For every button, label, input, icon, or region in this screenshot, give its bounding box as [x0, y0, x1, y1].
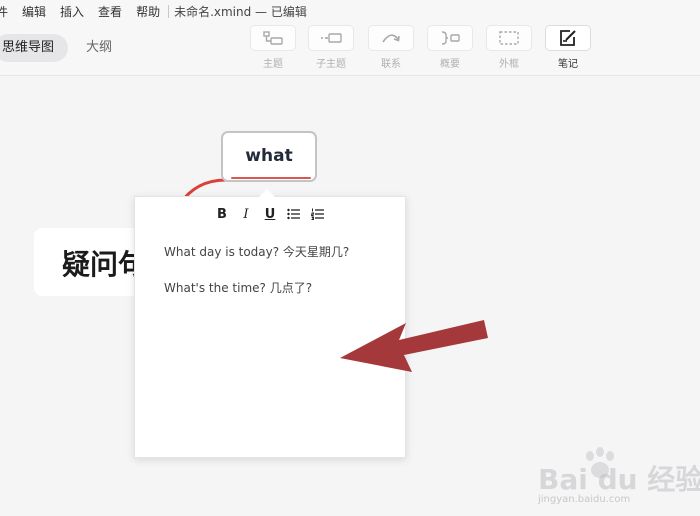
note-icon	[560, 30, 576, 46]
underline-button[interactable]: U	[258, 205, 282, 223]
bold-button[interactable]: B	[210, 205, 234, 223]
tab-outline[interactable]: 大纲	[72, 34, 126, 62]
menu-file[interactable]: 件	[0, 3, 8, 20]
menu-view[interactable]: 查看	[98, 3, 122, 20]
subtopic-text: what	[245, 146, 293, 166]
note-button[interactable]: 笔记	[544, 25, 592, 70]
note-format-toolbar: B I U	[135, 205, 405, 223]
note-label: 笔记	[558, 59, 578, 70]
summary-icon	[441, 31, 460, 45]
menu-separator	[168, 4, 170, 18]
document-title: 未命名.xmind — 已编辑	[174, 4, 307, 19]
topic-icon	[263, 31, 283, 45]
watermark-text: Bai du 经验	[538, 463, 700, 496]
italic-button[interactable]: I	[234, 205, 258, 223]
note-line-2[interactable]: What's the time? 几点了?	[164, 279, 312, 296]
numbered-list-icon	[311, 208, 324, 220]
tab-mindmap[interactable]: 思维导图	[0, 34, 69, 62]
subtopic-label: 子主题	[316, 59, 346, 70]
note-indicator	[231, 177, 311, 179]
relationship-label: 联系	[381, 59, 401, 70]
boundary-label: 外框	[499, 59, 519, 70]
menu-help[interactable]: 帮助	[136, 3, 160, 20]
boundary-button[interactable]: 外框	[485, 25, 533, 70]
bullet-list-button[interactable]	[282, 205, 306, 223]
summary-label: 概要	[440, 59, 460, 70]
menu-bar: 件 编辑 插入 查看 帮助 未命名.xmind — 已编辑	[0, 0, 307, 22]
relationship-button[interactable]: 联系	[367, 25, 415, 70]
note-line-1[interactable]: What day is today? 今天星期几?	[164, 243, 349, 260]
mindmap-canvas[interactable]: 疑问句 what B I U What day is today? 今天星期几?…	[0, 76, 700, 505]
view-tabs: 思维导图 大纲	[0, 34, 126, 62]
topic-button[interactable]: 主题	[249, 25, 297, 70]
relationship-icon	[382, 34, 400, 43]
numbered-list-button[interactable]	[306, 205, 330, 223]
annotation-arrow-icon	[340, 320, 488, 372]
summary-button[interactable]: 概要	[426, 25, 474, 70]
note-panel-pointer	[259, 189, 275, 197]
watermark: Bai du 经验 jingyan.baidu.com	[536, 446, 700, 516]
subtopic-button[interactable]: 子主题	[307, 25, 355, 70]
bullet-list-icon	[287, 208, 300, 220]
subtopic-icon	[321, 33, 342, 43]
topic-label: 主题	[263, 59, 283, 70]
menu-insert[interactable]: 插入	[60, 3, 84, 20]
top-bar: 件 编辑 插入 查看 帮助 未命名.xmind — 已编辑 思维导图 大纲 主题	[0, 0, 700, 76]
watermark-subtext: jingyan.baidu.com	[538, 494, 631, 505]
menu-edit[interactable]: 编辑	[22, 3, 46, 20]
subtopic-what[interactable]: what	[221, 131, 317, 182]
boundary-icon	[499, 31, 519, 45]
